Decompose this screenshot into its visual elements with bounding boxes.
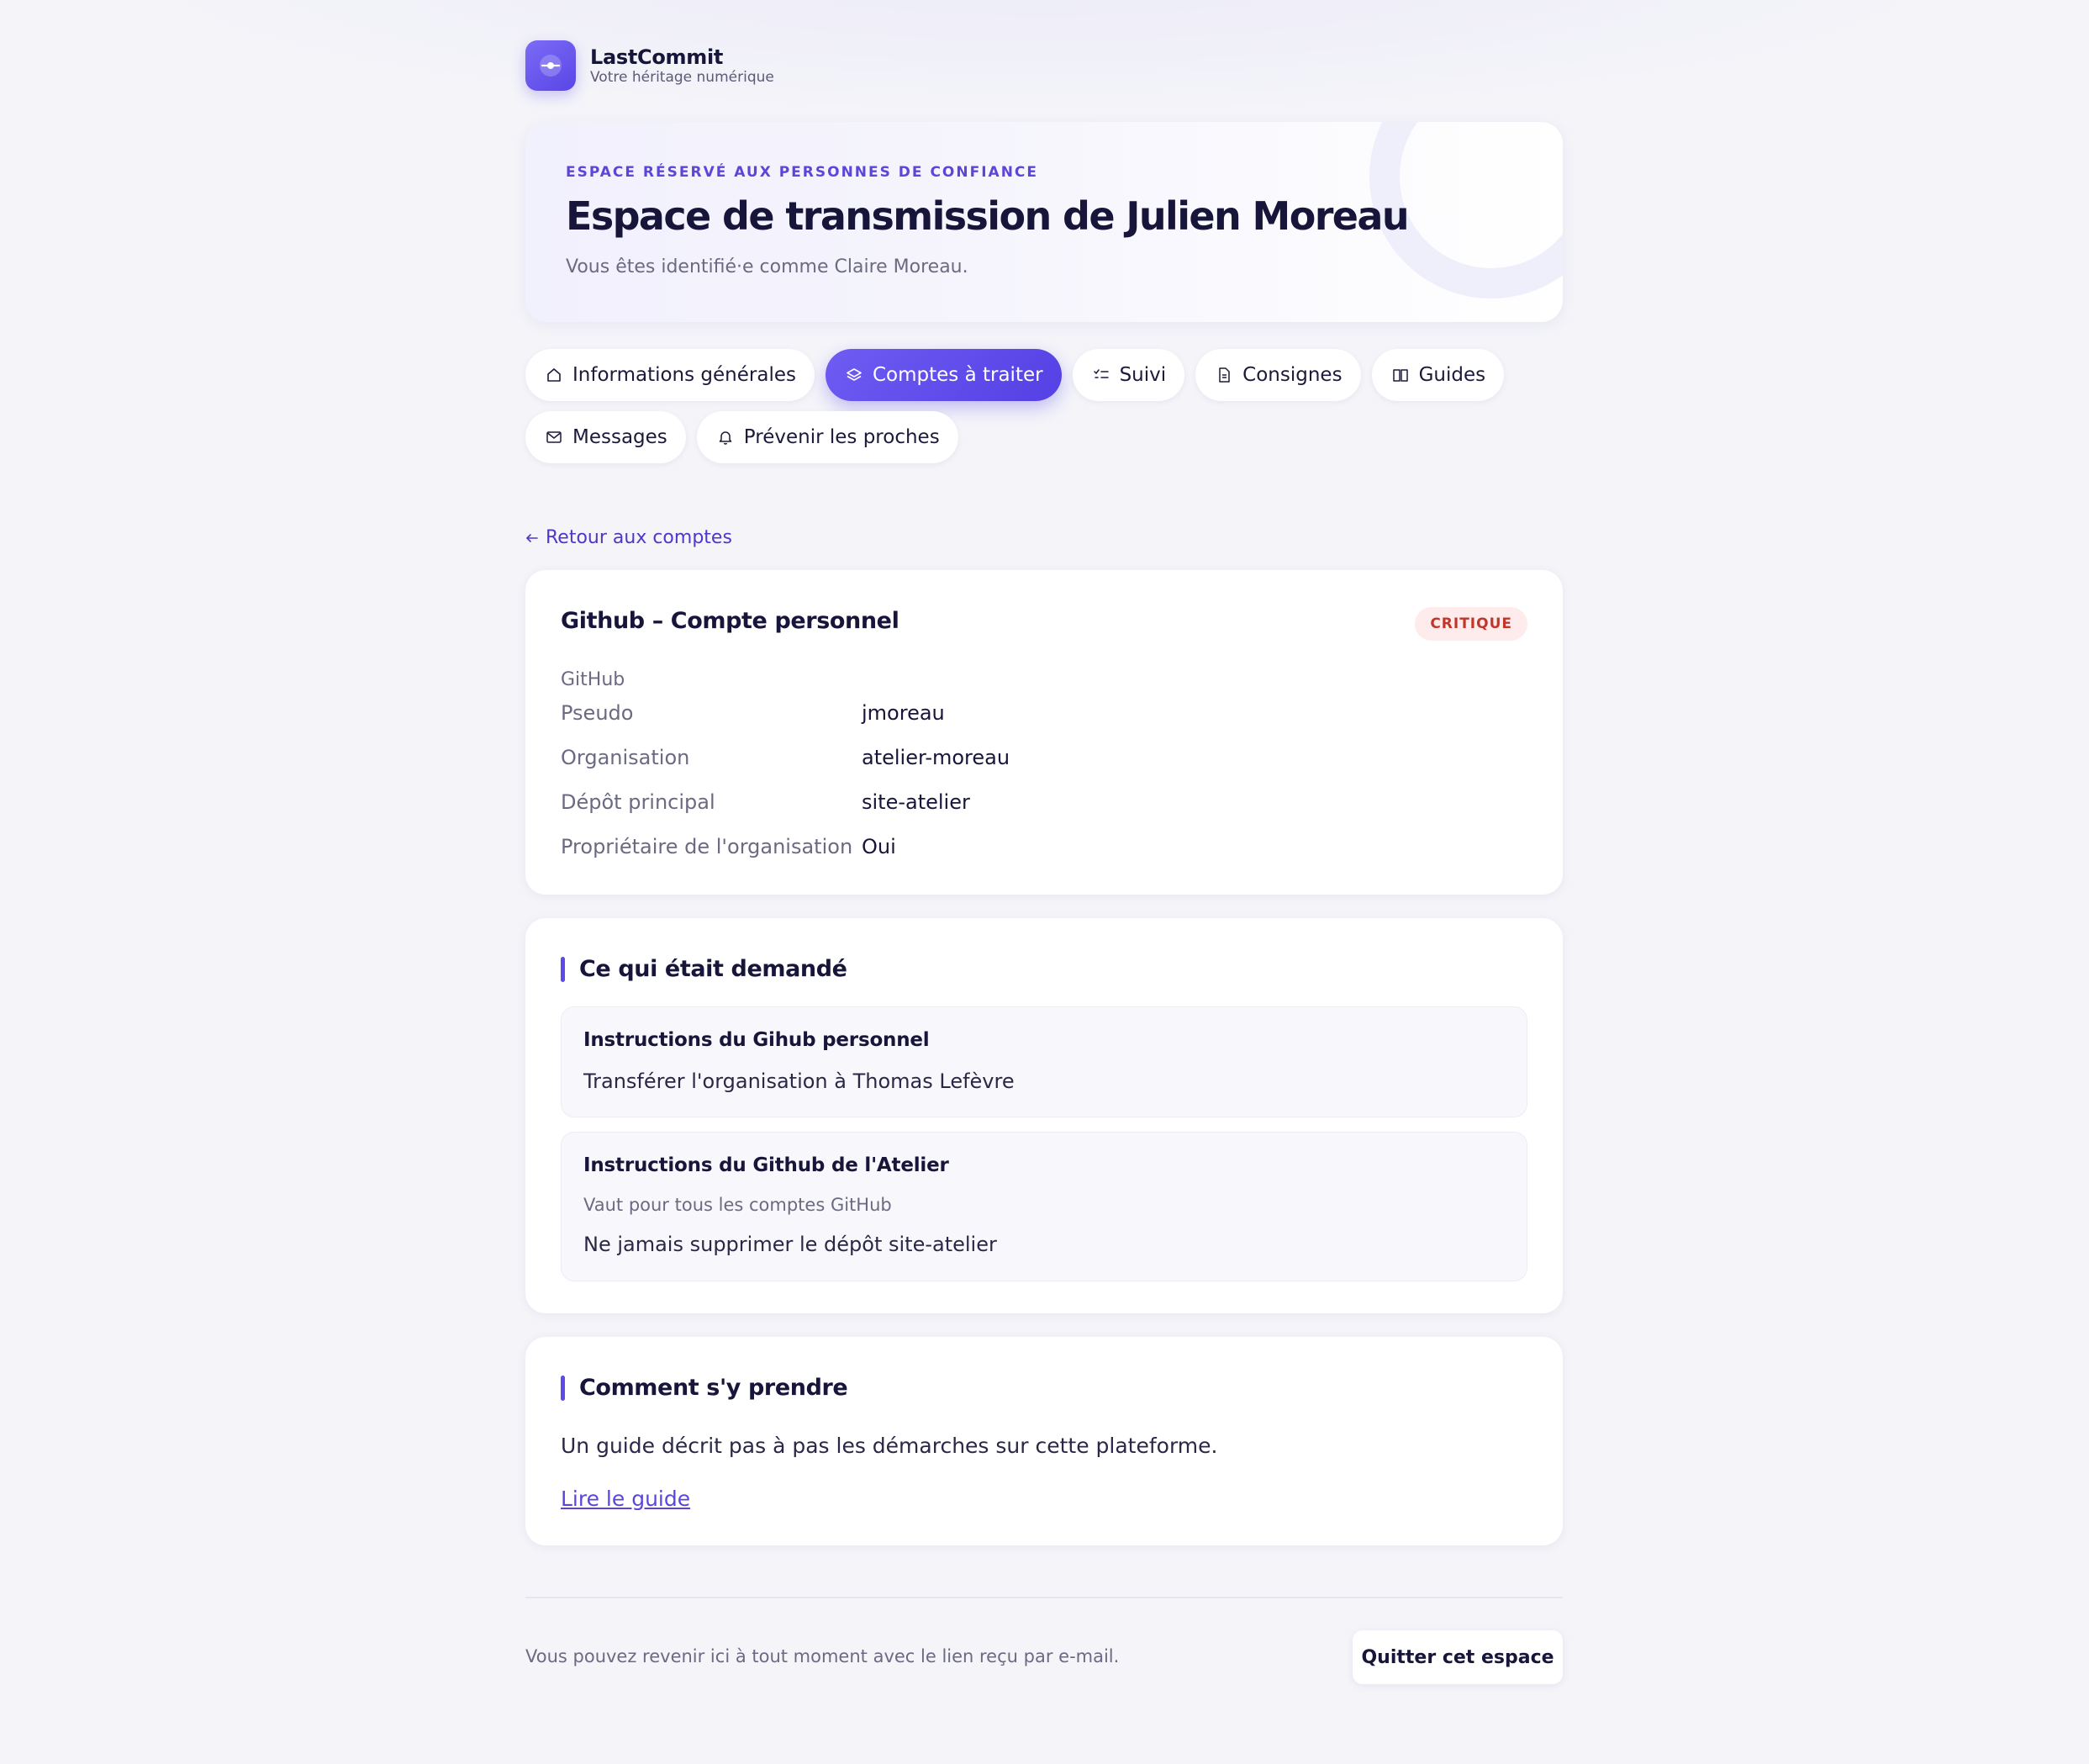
- tab-informations-generales[interactable]: Informations générales: [525, 349, 815, 401]
- hero-banner: ESPACE RÉSERVÉ AUX PERSONNES DE CONFIANC…: [525, 122, 1563, 322]
- section-title-text: Ce qui était demandé: [579, 956, 847, 982]
- brand-logo-icon: [525, 40, 576, 91]
- hero-subtitle: Vous êtes identifié·e comme Claire Morea…: [566, 256, 968, 277]
- field-label: Dépôt principal: [561, 790, 715, 814]
- section-title-text: Comment s'y prendre: [579, 1375, 848, 1401]
- field-value: site-atelier: [862, 790, 970, 814]
- field-value: atelier-moreau: [862, 746, 1010, 769]
- instruction-block: Instructions du Gihub personnel Transfér…: [561, 1006, 1527, 1117]
- tab-label: Prévenir les proches: [743, 426, 940, 448]
- tab-messages[interactable]: Messages: [525, 411, 686, 463]
- footer-divider: [525, 1597, 1563, 1598]
- accent-bar: [561, 956, 565, 982]
- page: LastCommit Votre héritage numérique ESPA…: [0, 0, 2089, 1764]
- layers-icon: [847, 368, 862, 381]
- footer-note: Vous pouvez revenir ici à tout moment av…: [525, 1646, 1120, 1666]
- field-value: jmoreau: [862, 701, 945, 725]
- instruction-title: Instructions du Github de l'Atelier: [583, 1154, 949, 1176]
- field-label: Organisation: [561, 746, 690, 769]
- field-row: Dépôt principal site-atelier: [561, 790, 970, 815]
- back-link-label: Retour aux comptes: [546, 527, 732, 548]
- document-icon: [1219, 367, 1230, 383]
- field-row: Propriétaire de l'organisation Oui: [561, 834, 896, 859]
- tab-label: Informations générales: [572, 364, 796, 386]
- field-value: Oui: [862, 835, 896, 858]
- page-title: Espace de transmission de Julien Moreau: [566, 193, 1410, 239]
- brand-name: LastCommit: [590, 45, 724, 69]
- tab-guides[interactable]: Guides: [1371, 349, 1505, 401]
- arrow-left-icon: [526, 533, 538, 542]
- hero-eyebrow: ESPACE RÉSERVÉ AUX PERSONNES DE CONFIANC…: [566, 164, 1039, 181]
- home-icon: [547, 368, 561, 382]
- field-row: Organisation atelier-moreau: [561, 745, 1010, 770]
- tab-label: Comptes à traiter: [872, 364, 1043, 386]
- book-icon: [1392, 369, 1408, 382]
- tab-bar: Informations générales Comptes à traiter…: [525, 349, 1563, 463]
- account-platform: GitHub: [561, 669, 625, 690]
- tab-label: Consignes: [1242, 364, 1343, 386]
- accent-bar: [561, 1375, 565, 1401]
- critical-badge: CRITIQUE: [1415, 607, 1527, 641]
- brand: LastCommit Votre héritage numérique: [525, 40, 1563, 92]
- how-to-text: Un guide décrit pas à pas les démarches …: [561, 1434, 1218, 1458]
- field-label: Propriétaire de l'organisation: [561, 835, 853, 858]
- quit-space-button[interactable]: Quitter cet espace: [1353, 1630, 1563, 1684]
- field-label: Pseudo: [561, 701, 634, 725]
- section-title: Comment s'y prendre: [561, 1375, 848, 1401]
- tab-prevenir-les-proches[interactable]: Prévenir les proches: [696, 411, 958, 463]
- how-to-card: Comment s'y prendre Un guide décrit pas …: [525, 1337, 1563, 1545]
- tab-label: Suivi: [1119, 364, 1167, 386]
- instruction-block: Instructions du Github de l'Atelier Vaut…: [561, 1132, 1527, 1281]
- checklist-icon: [1093, 369, 1109, 378]
- instruction-text: Ne jamais supprimer le dépôt site-atelie…: [583, 1233, 997, 1256]
- read-guide-link[interactable]: Lire le guide: [561, 1487, 690, 1511]
- requested-card: Ce qui était demandé Instructions du Gih…: [525, 918, 1563, 1313]
- account-title: Github – Compte personnel: [561, 608, 899, 634]
- section-title: Ce qui était demandé: [561, 956, 847, 982]
- bell-icon: [719, 431, 732, 445]
- brand-tagline: Votre héritage numérique: [590, 69, 774, 86]
- mail-icon: [546, 431, 562, 443]
- field-row: Pseudo jmoreau: [561, 700, 945, 726]
- instruction-text: Transférer l'organisation à Thomas Lefèv…: [583, 1069, 1015, 1093]
- tab-comptes-a-traiter[interactable]: Comptes à traiter: [825, 349, 1062, 401]
- account-card: Github – Compte personnel CRITIQUE GitHu…: [525, 570, 1563, 895]
- tab-label: Guides: [1418, 364, 1486, 386]
- instruction-title: Instructions du Gihub personnel: [583, 1029, 930, 1051]
- tab-label: Messages: [572, 426, 667, 448]
- tab-suivi[interactable]: Suivi: [1072, 349, 1185, 401]
- tab-consignes[interactable]: Consignes: [1195, 349, 1361, 401]
- instruction-scope: Vaut pour tous les comptes GitHub: [583, 1195, 892, 1215]
- back-to-accounts-link[interactable]: Retour aux comptes: [525, 527, 1563, 548]
